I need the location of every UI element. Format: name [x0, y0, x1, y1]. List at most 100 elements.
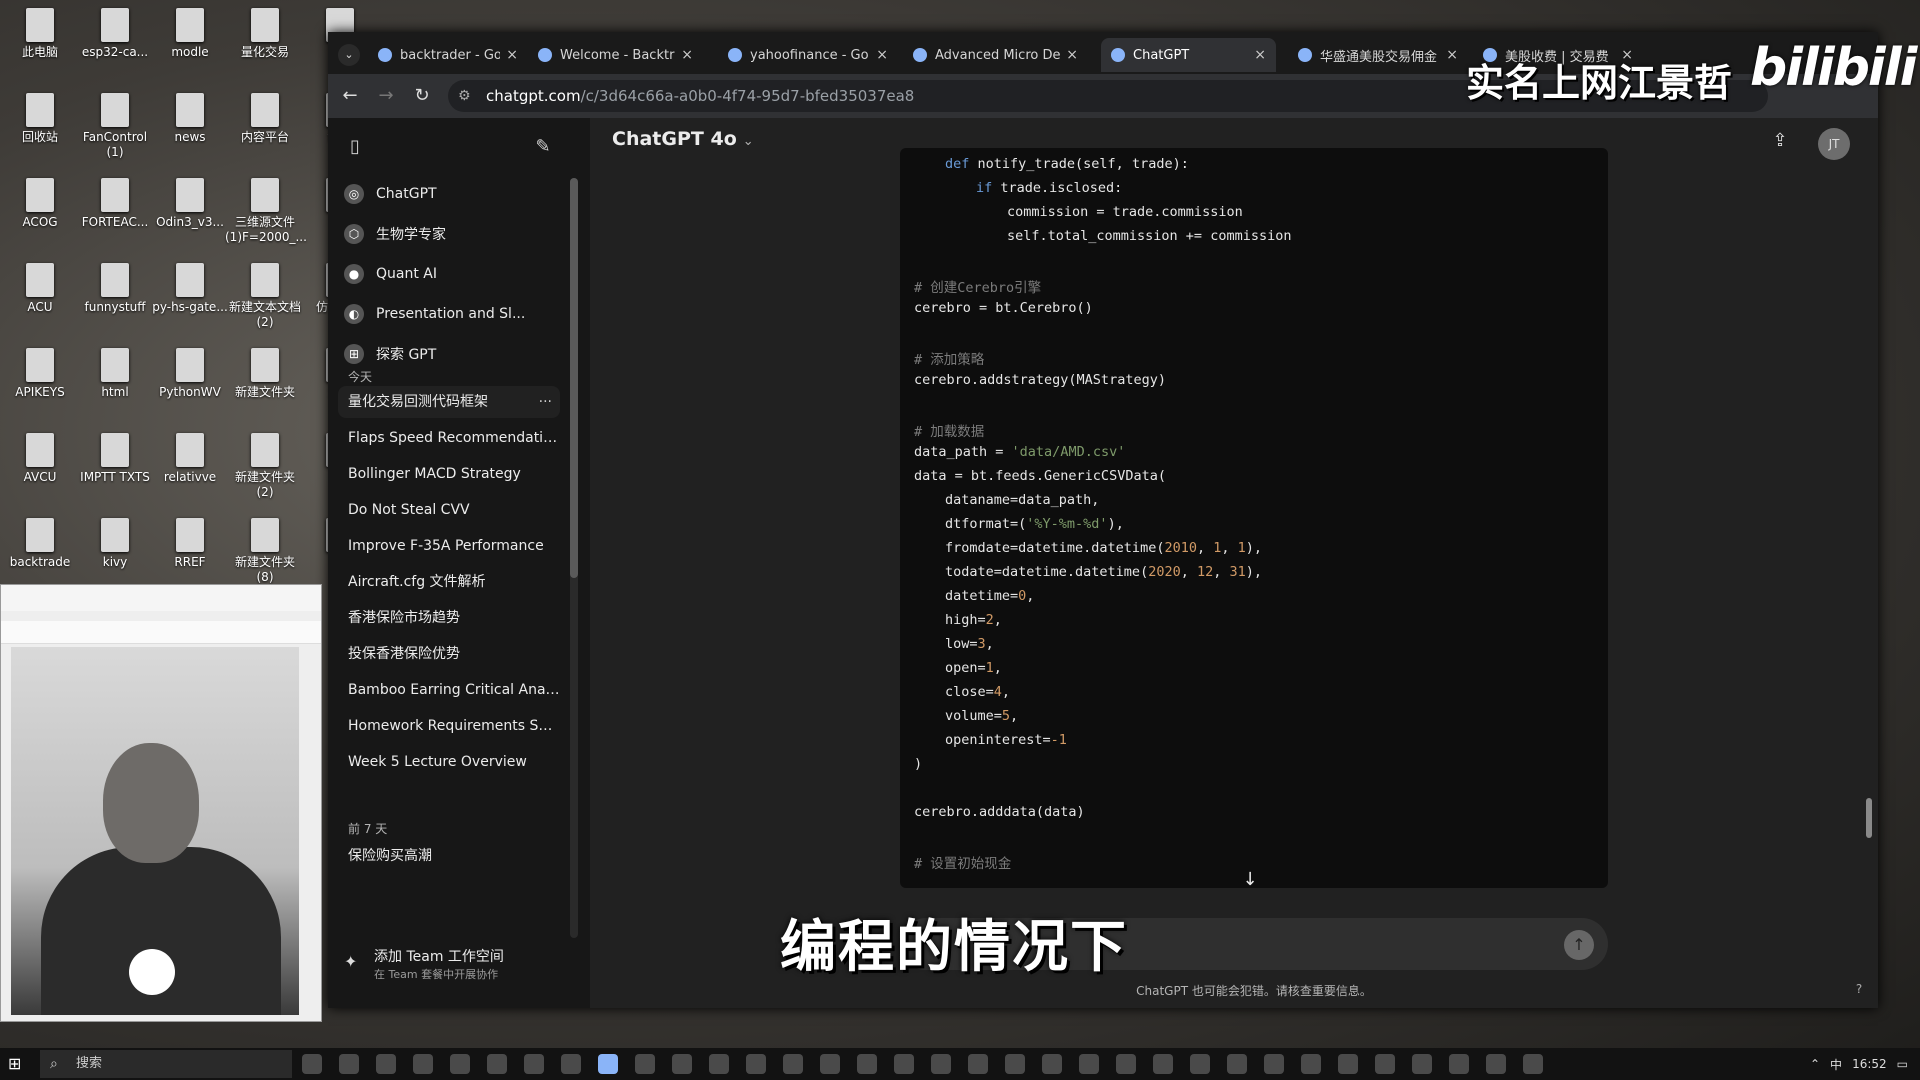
chat-history-item[interactable]: Improve F-35A Performance	[338, 530, 560, 562]
more-options-icon[interactable]: ···	[539, 386, 552, 418]
desktop-icon[interactable]: backtrade	[0, 518, 80, 570]
browser-tab[interactable]: yahoofinance - Go ×	[718, 38, 898, 72]
desktop-icon[interactable]: esp32-ca...	[75, 8, 155, 60]
desktop-icon[interactable]: relativve	[150, 433, 230, 485]
taskbar-app-icon[interactable]	[302, 1054, 322, 1074]
desktop-icon[interactable]: 新建文件夹 (2)	[225, 433, 305, 500]
close-tab-icon[interactable]: ×	[1066, 47, 1078, 63]
chat-history-item[interactable]: Aircraft.cfg 文件解析	[338, 566, 560, 598]
forward-button[interactable]: →	[374, 84, 398, 108]
gpt-item[interactable]: ◎ ChatGPT	[344, 178, 564, 210]
taskbar-app-icon[interactable]	[1079, 1054, 1099, 1074]
taskbar-app-icon[interactable]	[857, 1054, 877, 1074]
reload-button[interactable]: ↻	[410, 84, 434, 108]
chat-history-item[interactable]: Homework Requirements Summary	[338, 710, 560, 742]
webcam-titlebar[interactable]	[1, 585, 321, 611]
browser-tab[interactable]: 华盛通美股交易佣金 ×	[1288, 38, 1468, 72]
close-tab-icon[interactable]: ×	[1254, 47, 1266, 63]
taskbar-app-icon[interactable]	[820, 1054, 840, 1074]
chat-history-item[interactable]: 香港保险市场趋势	[338, 602, 560, 634]
taskbar-app-icon[interactable]	[524, 1054, 544, 1074]
desktop-icon[interactable]: funnystuff	[75, 263, 155, 315]
desktop-icon[interactable]: html	[75, 348, 155, 400]
add-team-workspace[interactable]: ✦ 添加 Team 工作空间 在 Team 套餐中开展协作	[344, 944, 564, 984]
close-tab-icon[interactable]: ×	[1446, 47, 1458, 63]
desktop-icon[interactable]: 此电脑	[0, 8, 80, 60]
close-tab-icon[interactable]: ×	[506, 47, 518, 63]
taskbar-app-icon[interactable]	[709, 1054, 729, 1074]
taskbar-app-icon[interactable]	[1042, 1054, 1062, 1074]
chat-history-item[interactable]: 量化交易回测代码框架 ···	[338, 386, 560, 418]
desktop-icon[interactable]: 三维源文件 (1)F=2000_...	[225, 178, 307, 245]
scroll-down-icon[interactable]: ↓	[1236, 866, 1264, 894]
taskbar-app-icon[interactable]	[1486, 1054, 1506, 1074]
desktop-icon[interactable]: 内容平台	[225, 93, 305, 145]
close-tab-icon[interactable]: ×	[681, 47, 693, 63]
chat-history-item[interactable]: Week 5 Lecture Overview	[338, 746, 560, 778]
desktop-icon[interactable]: APIKEYS	[0, 348, 80, 400]
browser-tab[interactable]: Welcome - Backtra ×	[528, 38, 703, 72]
clock[interactable]: 16:52	[1852, 1057, 1887, 1071]
taskbar-app-icon[interactable]	[1190, 1054, 1210, 1074]
tab-search-button[interactable]: ⌄	[338, 44, 360, 66]
tray-expand-icon[interactable]: ⌃	[1810, 1057, 1820, 1071]
taskbar-app-icon[interactable]	[487, 1054, 507, 1074]
desktop-icon[interactable]: py-hs-gate...	[150, 263, 230, 315]
desktop-icon[interactable]: kivy	[75, 518, 155, 570]
site-info-icon[interactable]: ⚙	[458, 80, 471, 112]
chat-history-item[interactable]: Do Not Steal CVV	[338, 494, 560, 526]
taskbar-app-icon[interactable]	[1338, 1054, 1358, 1074]
browser-tab[interactable]: ChatGPT ×	[1101, 38, 1276, 72]
chat-history-item[interactable]: 投保香港保险优势	[338, 638, 560, 670]
desktop-icon[interactable]: 量化交易	[225, 8, 305, 60]
desktop-icon[interactable]: IMPTT TXTS	[75, 433, 155, 485]
desktop-icon[interactable]: FanControl (1)	[75, 93, 155, 160]
sidebar-scrollbar[interactable]	[570, 178, 578, 938]
desktop-icon[interactable]: news	[150, 93, 230, 145]
desktop-icon[interactable]: 新建文件夹 (8)	[225, 518, 305, 585]
desktop-icon[interactable]: AVCU	[0, 433, 80, 485]
notification-icon[interactable]: ▭	[1897, 1057, 1908, 1071]
taskbar-app-icon[interactable]	[783, 1054, 803, 1074]
windows-start-icon[interactable]: ⊞	[8, 1054, 28, 1074]
close-tab-icon[interactable]: ×	[876, 47, 888, 63]
browser-tab[interactable]: Advanced Micro De ×	[903, 38, 1088, 72]
taskbar-app-icon[interactable]	[894, 1054, 914, 1074]
desktop-icon[interactable]: ACOG	[0, 178, 80, 230]
shutter-button[interactable]	[129, 949, 175, 995]
desktop-icon[interactable]: 新建文件夹	[225, 348, 305, 400]
taskbar-search[interactable]: ⌕ 搜索	[40, 1050, 292, 1078]
taskbar-app-icon[interactable]	[598, 1054, 618, 1074]
taskbar-app-icon[interactable]	[931, 1054, 951, 1074]
taskbar-app-icon[interactable]	[1264, 1054, 1284, 1074]
desktop-icon[interactable]: 回收站	[0, 93, 80, 145]
desktop-icon[interactable]: FORTEAC...	[75, 178, 155, 230]
back-button[interactable]: ←	[338, 84, 362, 108]
desktop-icon[interactable]: PythonWV	[150, 348, 230, 400]
desktop-icon[interactable]: RREF	[150, 518, 230, 570]
chat-history-item[interactable]: Flaps Speed Recommendation	[338, 422, 560, 454]
taskbar-app-icon[interactable]	[413, 1054, 433, 1074]
send-button[interactable]: ↑	[1564, 930, 1594, 960]
desktop-icon[interactable]: 新建文本文档 (2)	[225, 263, 305, 330]
taskbar-app-icon[interactable]	[561, 1054, 581, 1074]
desktop-icon[interactable]: ACU	[0, 263, 80, 315]
taskbar-app-icon[interactable]	[968, 1054, 988, 1074]
chat-history-item[interactable]: 保险购买高潮	[338, 840, 560, 872]
taskbar-app-icon[interactable]	[1227, 1054, 1247, 1074]
chat-history-item[interactable]: Bollinger MACD Strategy	[338, 458, 560, 490]
taskbar-app-icon[interactable]	[1412, 1054, 1432, 1074]
help-icon[interactable]: ?	[1850, 982, 1868, 1000]
taskbar-app-icon[interactable]	[376, 1054, 396, 1074]
model-selector[interactable]: ChatGPT 4o ⌄	[612, 128, 754, 150]
taskbar-app-icon[interactable]	[1301, 1054, 1321, 1074]
browser-tab[interactable]: backtrader - Googl ×	[368, 38, 528, 72]
ime-indicator[interactable]: 中	[1830, 1056, 1842, 1073]
gpt-item[interactable]: ◐ Presentation and Sl...	[344, 298, 564, 330]
taskbar-app-icon[interactable]	[635, 1054, 655, 1074]
taskbar-app-icon[interactable]	[339, 1054, 359, 1074]
avatar[interactable]: JT	[1818, 128, 1850, 160]
new-chat-icon[interactable]: ✎	[530, 134, 556, 160]
desktop-icon[interactable]: Odin3_v3...	[150, 178, 230, 230]
sidebar-toggle-icon[interactable]: ▯	[342, 134, 368, 160]
